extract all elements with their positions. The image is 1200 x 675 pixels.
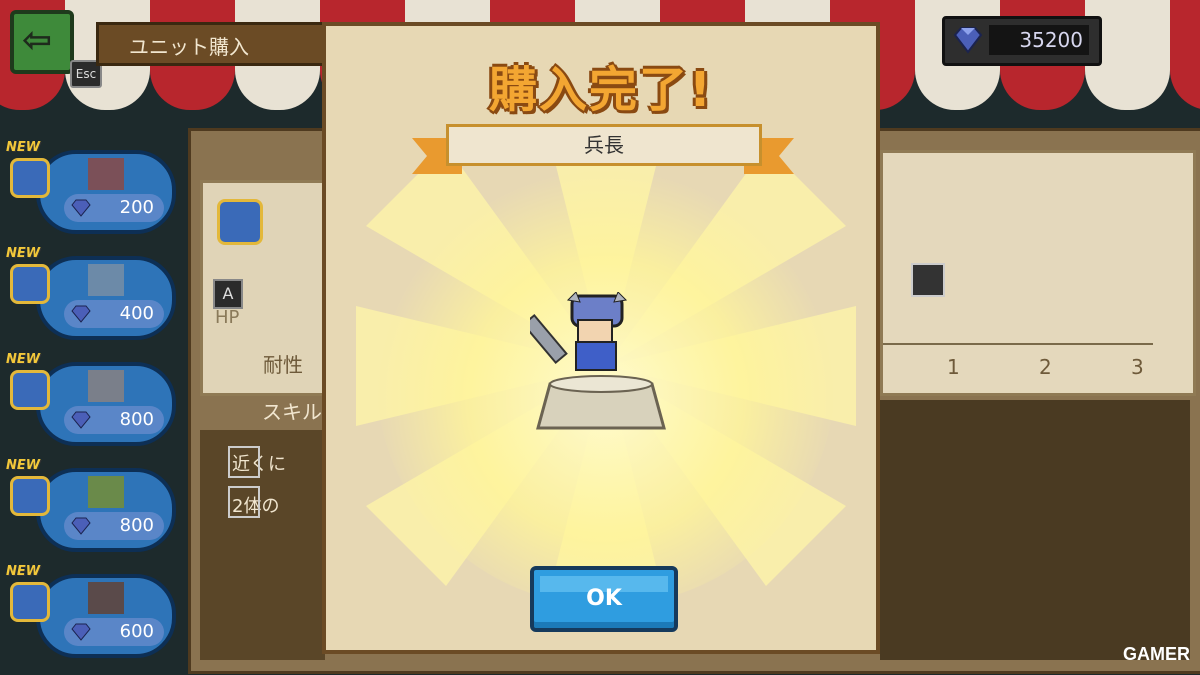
hp-label: HP bbox=[215, 307, 240, 328]
ok-button[interactable]: OK bbox=[530, 566, 678, 632]
unit-list-item[interactable]: NEW 800 bbox=[6, 458, 176, 553]
gem-count: 35200 bbox=[989, 25, 1089, 55]
axis-tick: 3 bbox=[1131, 355, 1144, 379]
back-arrow-icon: ⇦ bbox=[22, 20, 53, 61]
gamer-watermark: GAMER bbox=[1123, 644, 1190, 664]
unit-sprite bbox=[88, 264, 124, 296]
unit-list-item[interactable]: NEW 200 bbox=[6, 140, 176, 235]
sword-class-icon bbox=[10, 476, 50, 516]
dialog-title: 購入完了! bbox=[489, 62, 713, 118]
unit-price: 200 bbox=[119, 197, 154, 218]
back-button[interactable]: ⇦ bbox=[10, 10, 74, 74]
skill-header: スキル bbox=[262, 400, 322, 424]
unit-price: 400 bbox=[119, 303, 154, 324]
diamond-icon bbox=[71, 199, 91, 217]
sword-class-icon bbox=[10, 158, 50, 198]
purchase-complete-dialog: 購入完了! 兵長 OK bbox=[322, 22, 880, 654]
new-badge: NEW bbox=[6, 352, 41, 367]
axis-tick: 2 bbox=[1039, 355, 1052, 379]
unit-sprite bbox=[88, 370, 124, 402]
stats-graph-panel: 1 2 3 bbox=[880, 150, 1196, 396]
skill-icon bbox=[228, 446, 260, 478]
spear-class-icon bbox=[10, 264, 50, 304]
skill-icon bbox=[228, 486, 260, 518]
unit-sprite bbox=[530, 292, 628, 371]
diamond-icon bbox=[71, 623, 91, 641]
durability-label: 耐性 bbox=[263, 353, 303, 377]
unit-list-item[interactable]: NEW 400 bbox=[6, 246, 176, 341]
a-key-hint: A bbox=[213, 279, 243, 309]
unit-list-item[interactable]: NEW 800 bbox=[6, 352, 176, 447]
page-title: ユニット購入 bbox=[96, 22, 346, 66]
gem-counter: 35200 bbox=[942, 16, 1102, 66]
unit-sprite bbox=[88, 582, 124, 614]
diamond-icon bbox=[953, 27, 983, 54]
weapon-icon bbox=[911, 263, 945, 297]
new-badge: NEW bbox=[6, 140, 41, 155]
new-badge: NEW bbox=[6, 246, 41, 261]
unit-sprite bbox=[88, 158, 124, 190]
unit-name-ribbon: 兵長 bbox=[446, 124, 762, 166]
diamond-icon bbox=[71, 411, 91, 429]
unit-stats-panel: A HP 耐性 bbox=[200, 180, 326, 396]
new-badge: NEW bbox=[6, 458, 41, 473]
diamond-icon bbox=[71, 305, 91, 323]
axis-tick: 1 bbox=[947, 355, 960, 379]
info-panel bbox=[880, 400, 1190, 660]
unit-list-item[interactable]: NEW 600 bbox=[6, 564, 176, 659]
unit-sprite bbox=[88, 476, 124, 508]
diamond-icon bbox=[71, 517, 91, 535]
class-icon bbox=[217, 199, 263, 245]
graph-axis bbox=[883, 343, 1153, 345]
shield-class-icon bbox=[10, 582, 50, 622]
unit-price: 600 bbox=[119, 621, 154, 642]
new-badge: NEW bbox=[6, 564, 41, 579]
sword-class-icon bbox=[10, 370, 50, 410]
unit-price: 800 bbox=[119, 409, 154, 430]
unit-price: 800 bbox=[119, 515, 154, 536]
